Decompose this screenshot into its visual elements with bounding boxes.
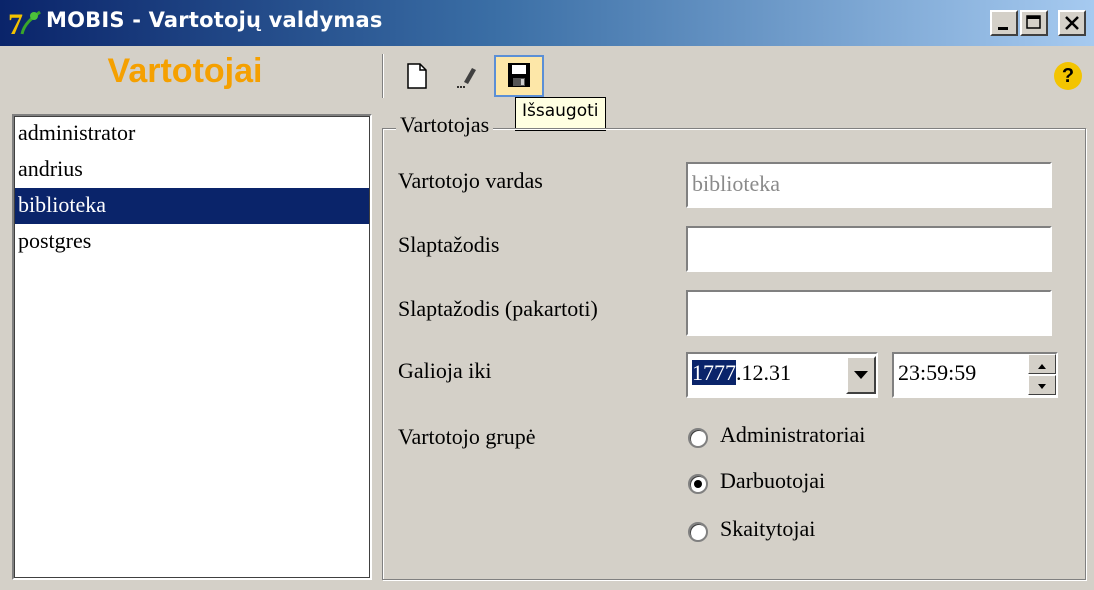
date-rest: .12.31 [736,360,791,385]
user-list[interactable]: administrator andrius biblioteka postgre… [12,114,372,580]
password-field[interactable] [686,226,1052,272]
toolbar-separator [382,54,384,98]
groupbox-title: Vartotojas [396,112,494,138]
minimize-button[interactable] [990,10,1018,36]
section-title: Vartotojai [107,52,263,90]
title-bar: 7 MOBIS - Vartotojų valdymas [0,0,1094,46]
radio-selected-dot [694,480,702,488]
window-title: MOBIS - Vartotojų valdymas [46,8,383,32]
radio-administratoriai[interactable] [688,428,708,448]
username-label: Vartotojo vardas [398,168,543,193]
list-item-andrius[interactable]: andrius [14,152,370,188]
time-value[interactable]: 23:59:59 [898,360,976,386]
valid-until-label: Galioja iki [398,358,492,383]
time-picker[interactable]: 23:59:59 [892,352,1058,398]
help-icon[interactable]: ? [1054,62,1082,90]
date-year-selected: 1777 [692,360,736,385]
date-picker[interactable]: 1777.12.31 [686,352,878,398]
radio-skaitytojai[interactable] [688,522,708,542]
radio-label-skaitytojai[interactable]: Skaitytojai [720,516,815,542]
new-document-icon[interactable] [400,58,434,94]
app-logo-icon: 7 [8,6,42,41]
close-button[interactable] [1058,10,1086,36]
password-label: Slaptažodis [398,232,500,257]
password-repeat-field[interactable] [686,290,1052,336]
user-group-label: Vartotojo grupė [398,424,536,449]
password-repeat-label: Slaptažodis (pakartoti) [398,296,598,321]
list-item-biblioteka[interactable]: biblioteka [14,188,370,224]
save-tooltip: Išsaugoti [515,97,606,131]
radio-darbuotojai[interactable] [688,474,708,494]
list-item-postgres[interactable]: postgres [14,224,370,260]
chevron-down-icon[interactable] [846,356,876,394]
radio-label-darbuotojai[interactable]: Darbuotojai [720,468,825,494]
svg-text:7: 7 [8,8,23,40]
edit-icon[interactable] [450,58,484,94]
date-value[interactable]: 1777.12.31 [692,360,791,386]
save-disk-icon[interactable] [494,55,544,97]
list-item-administrator[interactable]: administrator [14,116,370,152]
spin-down-icon[interactable] [1028,375,1056,395]
spin-up-icon[interactable] [1028,354,1056,374]
maximize-button[interactable] [1020,10,1048,36]
username-field[interactable]: biblioteka [686,162,1052,208]
radio-label-administratoriai[interactable]: Administratoriai [720,422,865,448]
